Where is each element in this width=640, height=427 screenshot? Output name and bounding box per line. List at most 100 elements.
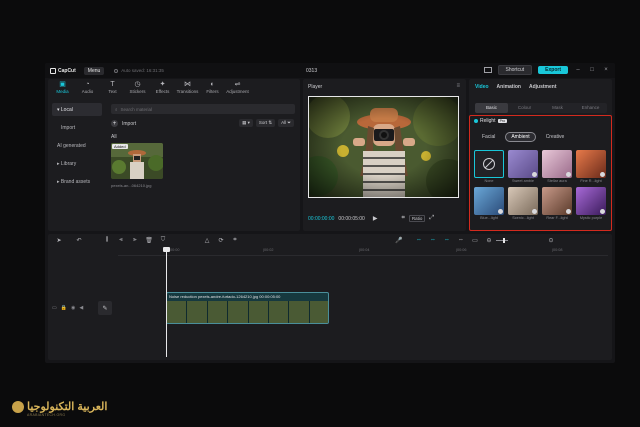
- zoom-slider-handle[interactable]: [503, 237, 505, 243]
- link-icon[interactable]: ⇔: [412, 237, 426, 243]
- player-menu-icon[interactable]: ≡: [456, 83, 460, 89]
- tab-effects[interactable]: ✦ Effects: [150, 80, 175, 94]
- snap-icon[interactable]: ⇔: [440, 237, 454, 243]
- sidebar-item-local[interactable]: ▾ Local: [52, 103, 102, 116]
- download-icon: [498, 209, 503, 214]
- preset-scenic-light[interactable]: Scenic...light: [508, 187, 538, 220]
- shortcut-button[interactable]: Shortcut: [497, 65, 533, 75]
- microphone-icon[interactable]: 🎤: [392, 237, 406, 244]
- caption-icon[interactable]: ▭: [468, 237, 482, 244]
- watermark-subtext: ARABIANTECH.ORG: [27, 413, 66, 417]
- video-preview[interactable]: [308, 96, 459, 198]
- view-toggle-icon[interactable]: ▦ ▾: [239, 119, 253, 127]
- download-icon: [566, 209, 571, 214]
- sidebar-item-ai-generated[interactable]: AI generated: [52, 139, 102, 152]
- clip-label: Noise reduction pexels-andre-furtado-126…: [169, 294, 281, 299]
- close-icon[interactable]: ×: [602, 67, 610, 73]
- zoom-out-icon[interactable]: ⊖: [482, 237, 496, 244]
- tab-filters[interactable]: ◐ Filters: [200, 80, 225, 94]
- mode-ambient[interactable]: Ambient: [505, 132, 536, 142]
- delete-icon[interactable]: 🗑: [142, 237, 156, 244]
- subtab-enhance[interactable]: Enhance: [574, 103, 607, 113]
- tick-label: 00:00: [170, 248, 180, 252]
- sidebar-item-library[interactable]: ▸ Library: [52, 157, 102, 170]
- preset-fine-r-light[interactable]: Fine R...light: [576, 150, 606, 183]
- download-icon: [532, 209, 537, 214]
- preset-blue-light[interactable]: Blue...light: [474, 187, 504, 220]
- ratio-button[interactable]: Ratio: [408, 215, 426, 222]
- relight-toggle-icon[interactable]: [474, 119, 478, 123]
- tab-video[interactable]: Video: [475, 84, 489, 90]
- tab-audio[interactable]: ◔ Audio: [75, 80, 100, 94]
- timeline-ruler[interactable]: 00:00 |00:02 |00:04 |00:06 |00:08: [118, 248, 608, 256]
- fullscreen-icon[interactable]: ⤢: [429, 215, 434, 222]
- split-left-icon[interactable]: ⫷: [114, 237, 128, 244]
- shield-icon[interactable]: ⛉: [156, 237, 170, 244]
- preview-axis-icon[interactable]: ⇔: [454, 237, 468, 243]
- sidebar-item-label: Local: [60, 106, 73, 113]
- timeline-clip[interactable]: Noise reduction pexels-andre-furtado-126…: [166, 292, 329, 324]
- download-icon: [566, 172, 571, 177]
- export-button[interactable]: Export: [538, 66, 568, 74]
- track-lock-icon[interactable]: ▭: [52, 305, 57, 311]
- mirror-icon[interactable]: △: [200, 237, 214, 244]
- layout-icon[interactable]: [483, 67, 492, 73]
- media-filters: ▦ ▾ Sort ⇅ All ⏷: [239, 119, 294, 127]
- minimize-icon[interactable]: –: [574, 67, 582, 73]
- relight-header[interactable]: Relight Pro: [474, 118, 508, 124]
- tab-adjustment[interactable]: Adjustment: [529, 84, 557, 90]
- tab-label: Media: [56, 89, 69, 94]
- sidebar-item-brand-assets[interactable]: ▸ Brand assets: [52, 175, 102, 188]
- subtab-colour[interactable]: Colour: [508, 103, 541, 113]
- rotate-icon[interactable]: ⟳: [214, 237, 228, 244]
- search-input[interactable]: ⌕ Search material: [111, 104, 295, 114]
- subtab-basic[interactable]: Basic: [475, 103, 508, 113]
- tab-stickers[interactable]: ◷ Stickers: [125, 80, 150, 94]
- tab-animation[interactable]: Animation: [497, 84, 521, 90]
- clip-frame: [228, 301, 249, 323]
- sort-button[interactable]: Sort ⇅: [255, 119, 276, 127]
- preset-mystic-purple[interactable]: Mystic purple: [576, 187, 606, 220]
- media-thumbnail[interactable]: Added: [111, 143, 163, 179]
- zoom-slider[interactable]: [496, 237, 508, 243]
- crop-icon[interactable]: ⌗: [228, 237, 242, 244]
- pencil-icon: ✎: [102, 305, 108, 312]
- visibility-icon[interactable]: ◉: [71, 305, 75, 311]
- lock-icon[interactable]: 🔒: [61, 305, 67, 311]
- sidebar-item-label: Library: [60, 160, 77, 167]
- tab-text[interactable]: T Text: [100, 80, 125, 94]
- split-icon[interactable]: ⫼: [100, 237, 114, 244]
- undo-icon[interactable]: ↶: [72, 237, 86, 244]
- subtab-mask[interactable]: Mask: [541, 103, 574, 113]
- preset-none[interactable]: None: [474, 150, 504, 183]
- playhead[interactable]: [166, 247, 167, 357]
- sidebar-item-label: AI generated: [57, 142, 86, 149]
- magnet-icon[interactable]: ⇔: [426, 237, 440, 243]
- download-icon: [600, 209, 605, 214]
- tab-adjustment[interactable]: ⇌ Adjustment: [225, 80, 250, 94]
- project-name[interactable]: 0313: [306, 68, 317, 74]
- fullscreen-crop-icon[interactable]: ⌗: [401, 215, 404, 222]
- video-subtabs: Basic Colour Mask Enhance: [475, 103, 607, 113]
- menu-button[interactable]: Menu: [83, 66, 105, 75]
- tab-transitions[interactable]: ⋈ Transitions: [175, 80, 200, 94]
- play-icon[interactable]: ▶: [373, 215, 378, 222]
- preset-stellar-aura[interactable]: Stellar aura: [542, 150, 572, 183]
- mode-creative[interactable]: Creative: [540, 132, 571, 142]
- preset-swatch: [508, 187, 538, 215]
- split-right-icon[interactable]: ⫸: [128, 237, 142, 244]
- maximize-icon[interactable]: □: [588, 67, 596, 73]
- fit-icon[interactable]: ⊙: [544, 237, 558, 244]
- sidebar-item-import[interactable]: Import: [52, 121, 102, 134]
- all-filter-button[interactable]: All ⏷: [278, 119, 294, 127]
- preset-swatch: [474, 150, 504, 178]
- preset-rear-f-light[interactable]: Rear F...light: [542, 187, 572, 220]
- select-tool-icon[interactable]: ➤: [52, 237, 66, 244]
- tab-media[interactable]: ▣ Media: [50, 80, 75, 94]
- cover-edit-button[interactable]: ✎: [98, 301, 112, 315]
- autosave-status: Auto saved: 16:31:35: [114, 68, 164, 73]
- audio-mute-icon[interactable]: ◀: [79, 305, 83, 311]
- import-button[interactable]: + Import: [111, 120, 136, 127]
- preset-sweet-ambience[interactable]: Sweet ambie: [508, 150, 538, 183]
- mode-facial[interactable]: Facial: [476, 132, 501, 142]
